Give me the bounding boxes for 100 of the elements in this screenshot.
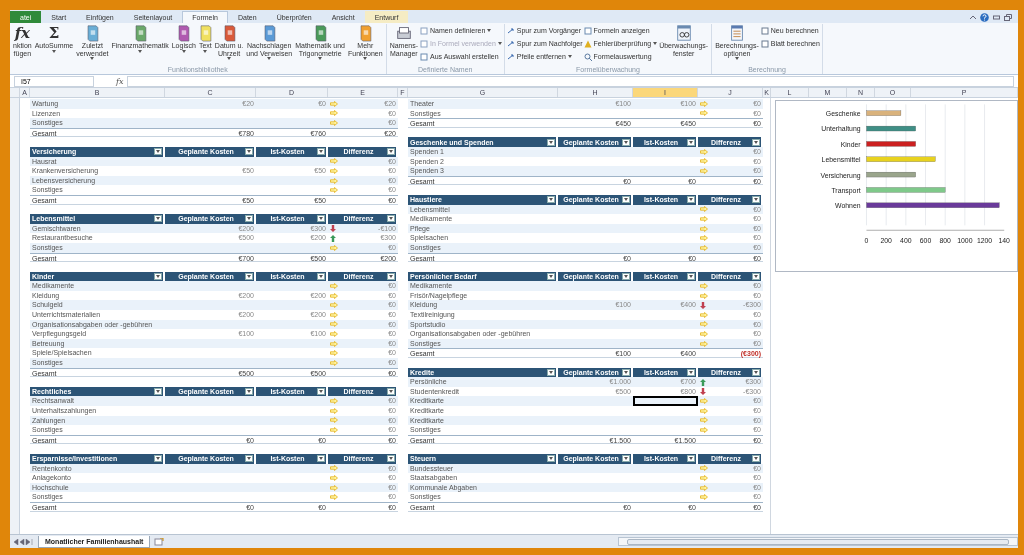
filter-dropdown-button[interactable] xyxy=(752,455,760,463)
magnifier-icon xyxy=(583,52,592,61)
caret-icon xyxy=(624,198,628,202)
minimize-icon[interactable] xyxy=(993,14,1000,20)
filter-dropdown-button[interactable] xyxy=(245,148,253,156)
caret-icon xyxy=(624,275,628,278)
caret-icon xyxy=(319,150,323,154)
caret-icon xyxy=(624,140,628,144)
filter-dropdown-button[interactable] xyxy=(317,388,325,396)
filter-dropdown-button[interactable] xyxy=(154,273,162,280)
filter-dropdown-button[interactable] xyxy=(622,368,630,376)
trace-arrow-icon xyxy=(506,52,515,61)
caret-icon xyxy=(156,457,160,461)
caret-icon xyxy=(549,457,553,461)
filter-dropdown-button[interactable] xyxy=(245,273,253,280)
caret-icon xyxy=(247,150,251,154)
collapse-ribbon-icon[interactable] xyxy=(970,14,976,20)
sheet-navigation-icon[interactable] xyxy=(14,538,34,545)
caret-icon xyxy=(689,370,693,374)
caret-icon xyxy=(689,198,693,202)
help-icon[interactable] xyxy=(980,12,989,22)
down-arrow-icon xyxy=(330,225,336,232)
down-arrow-icon xyxy=(700,388,706,396)
filter-dropdown-button[interactable] xyxy=(154,148,162,156)
caret-icon xyxy=(247,217,251,221)
filter-dropdown-button[interactable] xyxy=(622,455,630,463)
caret-icon xyxy=(549,198,553,202)
filter-dropdown-button[interactable] xyxy=(547,368,555,376)
down-arrow-icon xyxy=(700,301,706,309)
filter-dropdown-button[interactable] xyxy=(752,368,760,376)
restore-icon[interactable] xyxy=(1004,13,1012,21)
formula-field[interactable] xyxy=(127,75,1014,87)
caret-icon xyxy=(549,275,553,278)
caret-icon xyxy=(689,275,693,278)
caret-icon xyxy=(754,198,758,202)
caret-icon xyxy=(389,457,393,461)
filter-dropdown-button[interactable] xyxy=(154,455,162,463)
filter-dropdown-button[interactable] xyxy=(154,388,162,396)
caret-icon xyxy=(247,275,251,278)
warning-icon xyxy=(583,39,592,48)
function-icon: Σ xyxy=(48,24,60,42)
filter-dropdown-button[interactable] xyxy=(622,138,630,146)
insert-function-button[interactable]: fx xyxy=(116,76,124,86)
filter-dropdown-button[interactable] xyxy=(317,455,325,463)
horizontal-scrollbar[interactable] xyxy=(618,537,1018,546)
caret-icon xyxy=(754,275,758,278)
filter-dropdown-button[interactable] xyxy=(622,196,630,204)
caret-icon xyxy=(689,457,693,461)
caret-icon xyxy=(624,457,628,461)
trace-arrow-icon xyxy=(506,26,515,35)
trace-arrow-icon xyxy=(506,39,515,48)
caret-icon xyxy=(389,217,393,221)
filter-dropdown-button[interactable] xyxy=(547,273,555,280)
right-arrow-icon xyxy=(330,244,338,251)
caret-icon xyxy=(689,140,693,144)
caret-icon xyxy=(319,275,323,278)
filter-dropdown-button[interactable] xyxy=(752,196,760,204)
filter-dropdown-button[interactable] xyxy=(154,215,162,223)
filter-dropdown-button[interactable] xyxy=(245,388,253,396)
caret-icon xyxy=(319,457,323,461)
caret-icon xyxy=(624,370,628,374)
caret-icon xyxy=(549,370,553,374)
caret-icon xyxy=(319,390,323,394)
filter-dropdown-button[interactable] xyxy=(245,455,253,463)
active-cell[interactable] xyxy=(633,396,698,406)
filter-dropdown-button[interactable] xyxy=(687,455,695,463)
filter-dropdown-button[interactable] xyxy=(687,273,695,280)
filter-dropdown-button[interactable] xyxy=(687,368,695,376)
table-icon xyxy=(583,26,592,35)
function-icon: fx xyxy=(14,24,31,42)
caret-icon xyxy=(319,217,323,221)
caret-icon xyxy=(156,217,160,221)
caret-icon xyxy=(549,140,553,144)
filter-dropdown-button[interactable] xyxy=(752,138,760,146)
caret-icon xyxy=(247,457,251,461)
caret-icon xyxy=(156,275,160,278)
caret-icon xyxy=(389,275,393,278)
filter-dropdown-button[interactable] xyxy=(547,138,555,146)
caret-icon xyxy=(754,457,758,461)
filter-dropdown-button[interactable] xyxy=(317,273,325,280)
filter-dropdown-button[interactable] xyxy=(387,273,395,280)
filter-dropdown-button[interactable] xyxy=(687,138,695,146)
caret-icon xyxy=(754,140,758,144)
up-arrow-icon xyxy=(700,378,706,386)
caret-icon xyxy=(156,150,160,154)
filter-dropdown-button[interactable] xyxy=(317,148,325,156)
filter-dropdown-button[interactable] xyxy=(752,273,760,280)
filter-dropdown-button[interactable] xyxy=(547,196,555,204)
filter-dropdown-button[interactable] xyxy=(387,455,395,463)
filter-dropdown-button[interactable] xyxy=(622,273,630,280)
filter-dropdown-button[interactable] xyxy=(387,215,395,223)
filter-dropdown-button[interactable] xyxy=(547,455,555,463)
filter-dropdown-button[interactable] xyxy=(317,215,325,223)
filter-dropdown-button[interactable] xyxy=(387,148,395,156)
caret-icon xyxy=(247,390,251,394)
up-arrow-icon xyxy=(330,234,336,242)
filter-dropdown-button[interactable] xyxy=(387,388,395,396)
filter-dropdown-button[interactable] xyxy=(687,196,695,204)
caret-icon xyxy=(156,390,160,394)
filter-dropdown-button[interactable] xyxy=(245,215,253,223)
